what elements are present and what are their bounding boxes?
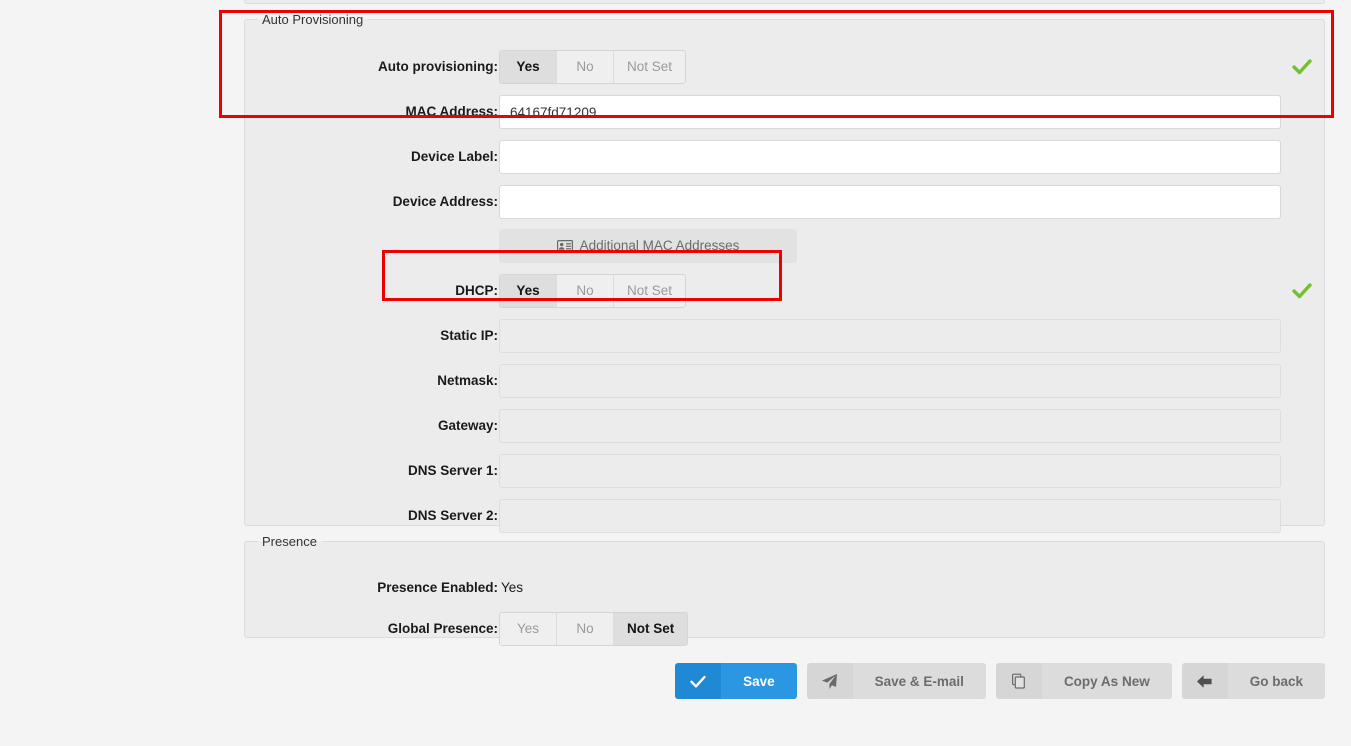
save-button-label: Save: [721, 663, 797, 699]
auto-provisioning-legend: Auto Provisioning: [262, 12, 364, 27]
device-address-input[interactable]: [499, 185, 1281, 219]
page-root: Auto Provisioning Auto provisioning: Yes…: [0, 0, 1351, 746]
auto-provisioning-panel: Auto Provisioning Auto provisioning: Yes…: [244, 12, 1326, 533]
row-dns-server-1: DNS Server 1:: [245, 454, 1326, 488]
row-global-presence: Global Presence: Yes No Not Set: [245, 612, 1326, 646]
form-action-bar: Save Save & E-mail Copy As New Go back: [244, 663, 1325, 699]
dhcp-option-not-set[interactable]: Not Set: [614, 275, 686, 307]
save-and-email-button-label: Save & E-mail: [852, 663, 986, 699]
device-label-input[interactable]: [499, 140, 1281, 174]
dns-server-2-label: DNS Server 2:: [407, 508, 498, 523]
row-device-label: Device Label:: [245, 140, 1326, 174]
global-presence-label: Global Presence:: [387, 621, 498, 636]
auto-provisioning-toggle[interactable]: Yes No Not Set: [499, 50, 687, 84]
device-label-label: Device Label:: [410, 149, 498, 164]
row-gateway: Gateway:: [245, 409, 1326, 443]
dhcp-option-yes[interactable]: Yes: [500, 275, 557, 307]
row-auto-provisioning: Auto provisioning: Yes No Not Set: [245, 50, 1326, 84]
netmask-input[interactable]: [499, 364, 1281, 398]
check-icon: [675, 663, 722, 699]
dhcp-green-check-icon: [1292, 283, 1312, 299]
auto-provisioning-label: Auto provisioning:: [378, 59, 498, 74]
go-back-button[interactable]: Go back: [1181, 663, 1325, 699]
previous-panel-clipped: [244, 0, 1325, 4]
dhcp-label: DHCP:: [455, 283, 498, 298]
id-card-icon: [556, 239, 573, 253]
go-back-button-label: Go back: [1227, 663, 1325, 699]
dhcp-toggle[interactable]: Yes No Not Set: [499, 274, 687, 308]
gateway-label: Gateway:: [437, 418, 498, 433]
dns-server-1-input[interactable]: [499, 454, 1281, 488]
copy-as-new-button[interactable]: Copy As New: [995, 663, 1172, 699]
paper-plane-icon: [806, 663, 853, 699]
copy-as-new-button-label: Copy As New: [1041, 663, 1172, 699]
presence-panel: Presence Presence Enabled: Yes Global Pr…: [244, 534, 1326, 646]
presence-legend: Presence: [262, 534, 317, 549]
netmask-label: Netmask:: [437, 373, 498, 388]
dns-server-1-label: DNS Server 1:: [407, 463, 498, 478]
row-presence-enabled: Presence Enabled: Yes: [245, 578, 1326, 598]
auto-provisioning-option-no[interactable]: No: [557, 51, 614, 83]
auto-provisioning-option-yes[interactable]: Yes: [500, 51, 557, 83]
global-presence-option-not-set[interactable]: Not Set: [614, 613, 688, 645]
dhcp-option-no[interactable]: No: [557, 275, 614, 307]
global-presence-toggle[interactable]: Yes No Not Set: [499, 612, 689, 646]
auto-provisioning-option-not-set[interactable]: Not Set: [614, 51, 686, 83]
device-address-label: Device Address:: [392, 194, 498, 209]
global-presence-option-no[interactable]: No: [557, 613, 614, 645]
row-netmask: Netmask:: [245, 364, 1326, 398]
mac-address-label: MAC Address:: [405, 104, 498, 119]
static-ip-input[interactable]: [499, 319, 1281, 353]
additional-mac-addresses-label: Additional MAC Addresses: [579, 238, 740, 253]
dns-server-2-input[interactable]: [499, 499, 1281, 533]
auto-provisioning-green-check-icon: [1292, 59, 1312, 75]
row-dhcp: DHCP: Yes No Not Set: [245, 274, 1326, 308]
mac-address-input[interactable]: [499, 95, 1281, 129]
page-scrollbar[interactable]: [1332, 0, 1340, 746]
row-static-ip: Static IP:: [245, 319, 1326, 353]
save-button[interactable]: Save: [675, 663, 797, 699]
copy-icon: [995, 663, 1042, 699]
static-ip-label: Static IP:: [440, 328, 498, 343]
presence-enabled-value: Yes: [501, 580, 524, 595]
gateway-input[interactable]: [499, 409, 1281, 443]
row-device-address: Device Address:: [245, 185, 1326, 219]
global-presence-option-yes[interactable]: Yes: [500, 613, 557, 645]
presence-enabled-label: Presence Enabled:: [377, 580, 498, 595]
row-mac-address: MAC Address:: [245, 95, 1326, 129]
row-dns-server-2: DNS Server 2:: [245, 499, 1326, 533]
arrow-left-icon: [1181, 663, 1228, 699]
additional-mac-addresses-button[interactable]: Additional MAC Addresses: [499, 229, 797, 263]
save-and-email-button[interactable]: Save & E-mail: [806, 663, 986, 699]
